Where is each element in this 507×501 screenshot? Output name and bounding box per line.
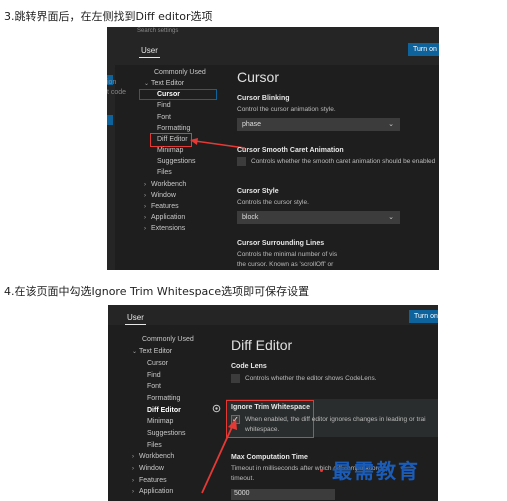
tree-item-diff-editor[interactable]: Diff Editor [157, 136, 188, 143]
gear-icon[interactable] [212, 404, 221, 413]
tree-item-features[interactable]: › Features [144, 203, 179, 210]
tree-item-minimap[interactable]: Minimap [147, 418, 173, 425]
chevron-right-icon: › [144, 226, 146, 232]
tree-item-text-editor[interactable]: ⌄ Text Editor [132, 348, 172, 355]
tree-label: Text Editor [151, 80, 185, 87]
tree-item-commonly-used[interactable]: Commonly Used [154, 69, 206, 76]
tree-item-find[interactable]: Find [147, 372, 161, 379]
tab-user[interactable]: User [125, 313, 146, 325]
tree-item-text-editor[interactable]: ⌄ Text Editor [144, 80, 184, 87]
turn-on-sync-button[interactable]: Turn on [409, 310, 438, 323]
tree-item-formatting[interactable]: Formatting [147, 395, 180, 402]
left-edge-button[interactable] [107, 115, 113, 125]
cursor-style-select[interactable]: block ⌄ [237, 211, 400, 224]
search-settings-input[interactable]: Search settings [137, 28, 178, 34]
settings-header: Search settings User Turn on S [107, 27, 439, 65]
smooth-caret-checkbox[interactable] [237, 157, 246, 166]
tree-label: Workbench [151, 181, 187, 188]
tree-item-formatting[interactable]: Formatting [157, 125, 190, 132]
setting-description: whitespace. [245, 426, 280, 433]
chevron-right-icon: › [144, 193, 146, 199]
cursor-blinking-select[interactable]: phase ⌄ [237, 118, 400, 131]
tree-item-files[interactable]: Files [157, 169, 172, 176]
tree-item-font[interactable]: Font [157, 114, 171, 121]
setting-title: Code Lens [231, 363, 267, 370]
setting-title: Max Computation Time [231, 454, 308, 461]
tree-item-suggestions[interactable]: Suggestions [147, 430, 186, 437]
tree-label: Features [139, 477, 167, 484]
setting-title: Cursor Smooth Caret Animation [237, 147, 344, 154]
tree-label: Extensions [151, 225, 186, 232]
tree-label: Window [139, 465, 164, 472]
tree-item-features[interactable]: › Features [132, 477, 167, 484]
tree-item-window[interactable]: › Window [132, 465, 164, 472]
setting-description: Controls the cursor style. [237, 199, 309, 206]
tree-item-extensions[interactable]: › Extensions [144, 225, 185, 232]
section-title: Cursor [237, 69, 280, 85]
left-partial-text: t code [107, 89, 127, 96]
red-arrow-icon [201, 419, 237, 494]
tree-item-find[interactable]: Find [157, 102, 171, 109]
setting-title: Cursor Style [237, 188, 279, 195]
chevron-down-icon: ⌄ [132, 349, 138, 355]
left-partial-text: ion [107, 79, 117, 86]
tab-user[interactable]: User [139, 46, 160, 58]
setting-title: Cursor Surrounding Lines [237, 240, 325, 247]
screenshot-diff-editor-settings: User Turn on Commonly Used ⌄ Text Editor … [108, 305, 438, 501]
turn-on-sync-button[interactable]: Turn on S [408, 43, 439, 56]
chevron-right-icon: › [132, 466, 134, 472]
tree-item-diff-editor[interactable]: Diff Editor [147, 407, 181, 414]
tree-item-minimap[interactable]: Minimap [157, 147, 183, 154]
tree-label: Text Editor [139, 348, 173, 355]
chevron-right-icon: › [132, 478, 134, 484]
tree-item-files[interactable]: Files [147, 442, 162, 449]
setting-description: Controls whether the editor shows CodeLe… [245, 375, 377, 382]
setting-description: When enabled, the diff editor ignores ch… [245, 416, 426, 423]
tree-item-window[interactable]: › Window [144, 192, 176, 199]
tree-label: Application [151, 214, 186, 221]
chevron-right-icon: › [132, 454, 134, 460]
tree-label: Window [151, 192, 176, 199]
tree-item-workbench[interactable]: › Workbench [132, 453, 174, 460]
max-computation-time-input[interactable]: 5000 [231, 489, 335, 500]
chevron-down-icon: ⌄ [388, 121, 394, 128]
tree-item-application[interactable]: › Application [132, 488, 173, 495]
tree-label: Application [139, 488, 174, 495]
chevron-down-icon: ⌄ [144, 81, 150, 87]
chevron-down-icon: ⌄ [388, 214, 394, 221]
screenshot-cursor-settings: Search settings User Turn on S ion t cod… [107, 27, 439, 270]
tree-item-workbench[interactable]: › Workbench [144, 181, 186, 188]
tree-item-cursor[interactable]: Cursor [147, 360, 168, 367]
tree-item-suggestions[interactable]: Suggestions [157, 158, 196, 165]
select-value: phase [242, 121, 262, 128]
chevron-right-icon: › [144, 215, 146, 221]
tree-item-cursor[interactable]: Cursor [157, 91, 180, 98]
setting-description: the cursor. Known as 'scrollOff' or [237, 261, 334, 268]
setting-title: Cursor Blinking [237, 95, 290, 102]
tree-item-commonly-used[interactable]: Commonly Used [142, 336, 194, 343]
tree-label: Features [151, 203, 179, 210]
tree-item-application[interactable]: › Application [144, 214, 185, 221]
setting-description: Controls the minimal number of vis [237, 251, 338, 258]
chevron-right-icon: › [144, 204, 146, 210]
step4-caption: 4.在该页面中勾选Ignore Trim Whitespace选项即可保存设置 [4, 285, 310, 298]
setting-description: Controls whether the smooth caret animat… [251, 158, 436, 165]
red-dot [320, 469, 323, 472]
tree-label: Workbench [139, 453, 175, 460]
select-value: block [242, 214, 259, 221]
watermark-logo: 最需教育 [332, 459, 420, 483]
step3-caption: 3.跳转界面后，在左侧找到Diff editor选项 [4, 10, 213, 23]
chevron-right-icon: › [144, 182, 146, 188]
code-lens-checkbox[interactable] [231, 374, 240, 383]
section-title: Diff Editor [231, 337, 293, 353]
settings-header: User Turn on [108, 305, 438, 325]
chevron-right-icon: › [132, 489, 134, 495]
setting-title: Ignore Trim Whitespace [231, 404, 310, 411]
tree-item-font[interactable]: Font [147, 383, 161, 390]
setting-description: Control the cursor animation style. [237, 106, 336, 113]
